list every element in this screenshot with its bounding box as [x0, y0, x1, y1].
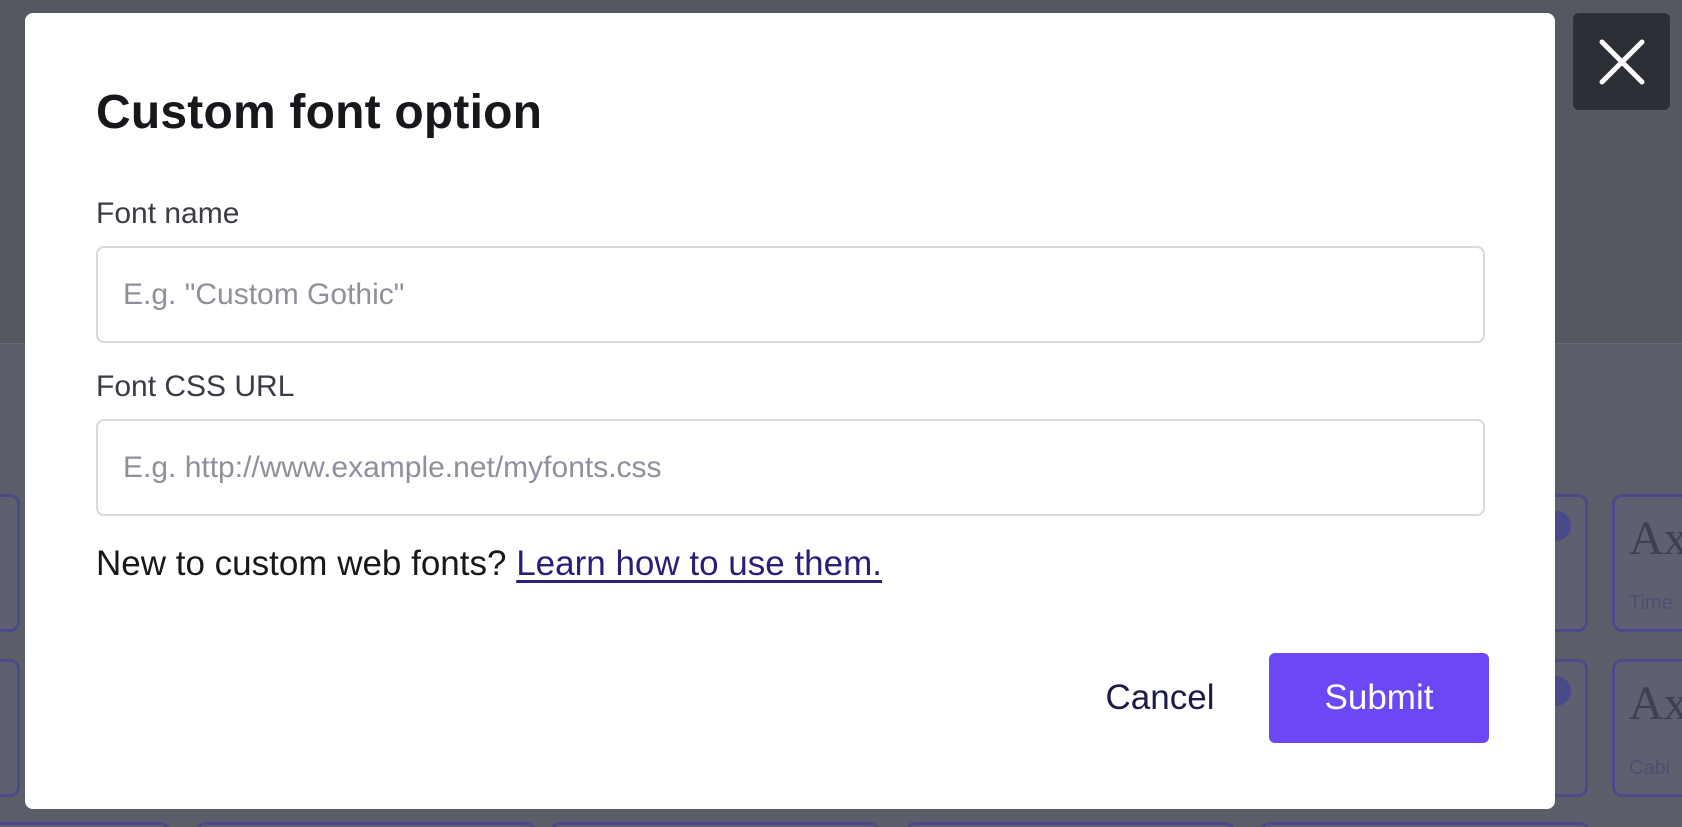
font-name-input[interactable] [96, 246, 1485, 343]
background-card [905, 822, 1235, 827]
background-card [0, 494, 20, 632]
background-card [0, 822, 170, 827]
background-card: Ax Cabi [1612, 659, 1682, 797]
background-card [196, 822, 536, 827]
help-text-row: New to custom web fonts? Learn how to us… [96, 544, 882, 584]
help-text: New to custom web fonts? [96, 544, 507, 583]
cancel-button[interactable]: Cancel [1095, 653, 1225, 743]
background-card [550, 822, 880, 827]
font-name-label: Font name [96, 197, 240, 230]
close-button[interactable] [1573, 13, 1670, 110]
font-css-url-input[interactable] [96, 419, 1485, 516]
submit-button[interactable]: Submit [1269, 653, 1489, 743]
background-card [0, 659, 20, 797]
background-card [1260, 822, 1590, 827]
background-card-preview: Ax [1629, 677, 1682, 730]
font-css-url-label: Font CSS URL [96, 370, 295, 403]
close-icon [1599, 39, 1644, 84]
background-card-name: Time [1629, 592, 1673, 614]
background-card-name: Cabi [1629, 757, 1671, 779]
background-card: Ax Time [1612, 494, 1682, 632]
custom-font-dialog: Custom font option Font name Font CSS UR… [25, 13, 1555, 809]
learn-more-link[interactable]: Learn how to use them. [516, 544, 882, 583]
dialog-title: Custom font option [96, 86, 543, 139]
background-card-preview: Ax [1629, 512, 1682, 565]
